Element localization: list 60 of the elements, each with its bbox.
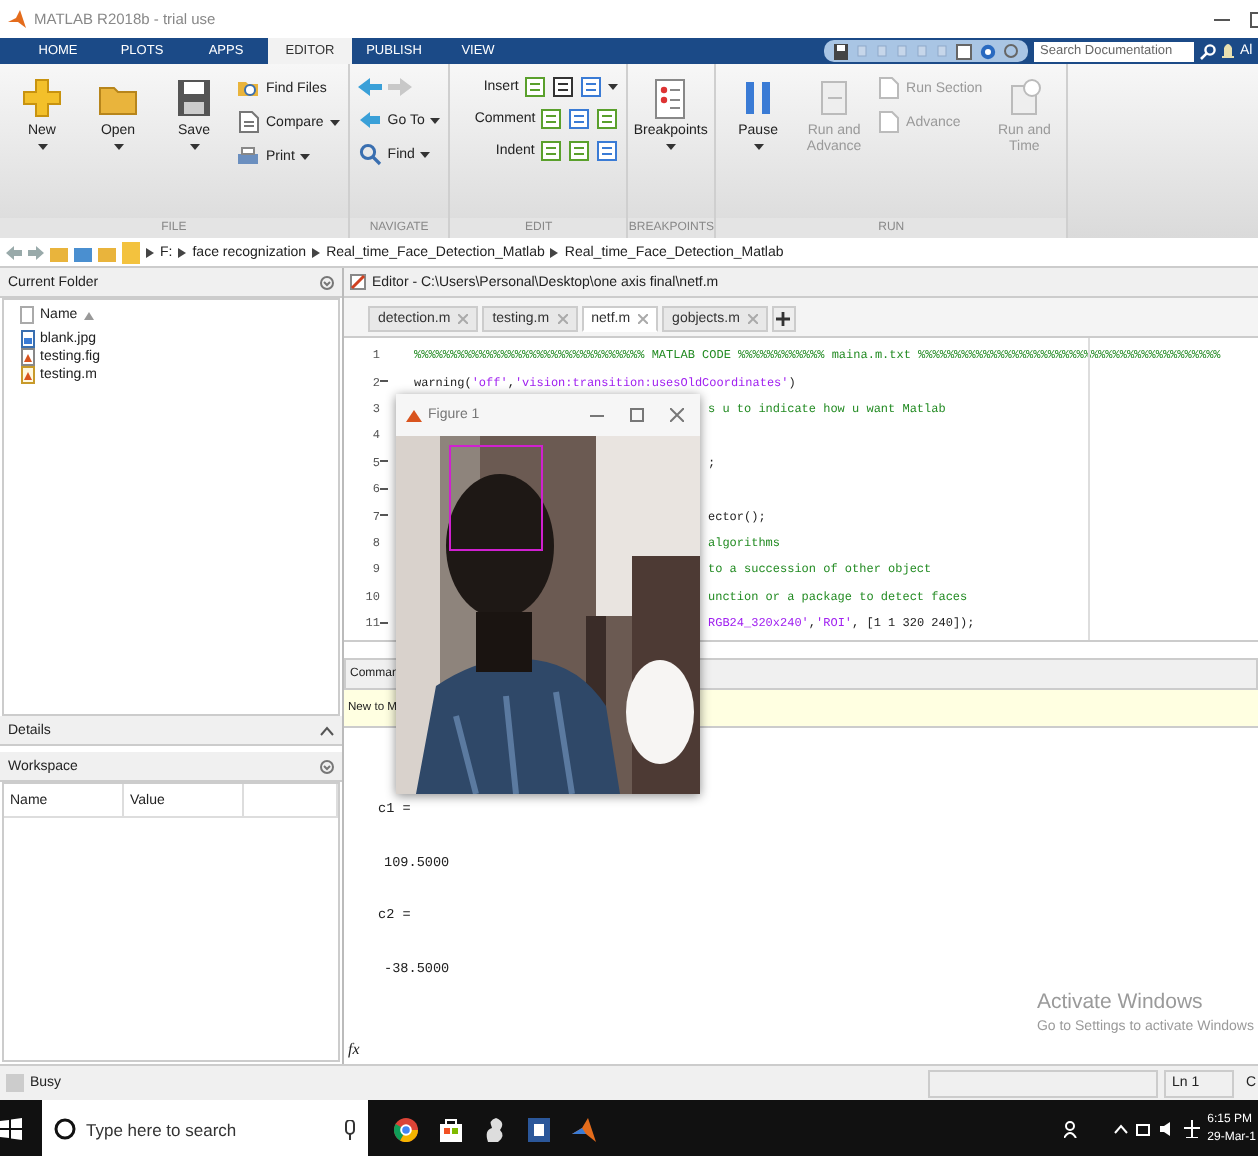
figure-file-icon xyxy=(20,348,36,366)
figure-icon xyxy=(406,407,422,423)
cortana-icon xyxy=(54,1118,76,1140)
advance-icon xyxy=(876,110,901,134)
grip-icon xyxy=(6,1074,24,1092)
taskbar-search-field[interactable]: Type here to search xyxy=(86,1119,334,1139)
run-section-icon xyxy=(876,76,901,100)
people-icon[interactable] xyxy=(1063,1120,1082,1138)
breakpoint-marker-icon[interactable] xyxy=(380,514,388,519)
chevron-icon xyxy=(312,247,321,257)
breakpoint-marker-icon[interactable] xyxy=(380,460,388,465)
chevron-up-icon[interactable] xyxy=(1113,1124,1128,1134)
script-file-icon xyxy=(20,366,36,384)
matlab-icon[interactable] xyxy=(572,1117,596,1141)
maximize-icon[interactable] xyxy=(630,408,644,422)
breakpoint-marker-icon[interactable] xyxy=(380,621,388,626)
save-icon[interactable] xyxy=(834,43,848,59)
windows-start-icon[interactable] xyxy=(0,1118,22,1140)
activation-title: Activate Windows xyxy=(1036,990,1205,1018)
comment-icon xyxy=(596,108,619,130)
new-tab-button[interactable] xyxy=(771,306,796,332)
editor-icon xyxy=(350,274,366,290)
command-prompt[interactable]: fx xyxy=(348,1040,360,1058)
comment-icon xyxy=(568,108,591,130)
volume-icon[interactable] xyxy=(1159,1122,1176,1136)
printer-icon xyxy=(236,144,260,168)
close-icon[interactable] xyxy=(670,408,684,422)
sort-arrow-icon xyxy=(83,311,94,319)
plus-icon xyxy=(776,312,791,326)
go-to-icon xyxy=(357,108,382,132)
store-icon[interactable] xyxy=(440,1117,462,1141)
panel-menu-icon[interactable] xyxy=(320,759,334,773)
microphone-icon[interactable] xyxy=(344,1119,356,1139)
save-icon xyxy=(172,76,216,120)
bell-icon[interactable] xyxy=(1222,42,1234,60)
find-files-icon xyxy=(236,76,260,100)
chevron-icon xyxy=(146,247,154,257)
image-file-icon xyxy=(20,330,36,348)
indent-icon xyxy=(540,140,563,162)
help-icon[interactable] xyxy=(980,43,996,59)
collapse-icon[interactable] xyxy=(320,725,334,735)
indent-icon xyxy=(568,140,591,162)
expand-icon[interactable] xyxy=(1004,44,1018,58)
plus-icon xyxy=(20,76,64,120)
matlab-logo-icon xyxy=(8,10,26,28)
breakpoint-marker-icon[interactable] xyxy=(380,380,388,385)
chevron-icon xyxy=(178,247,187,257)
compare-icon xyxy=(236,110,260,134)
browser-icon[interactable] xyxy=(394,1117,418,1141)
indent-icon xyxy=(596,140,619,162)
breakpoint-marker-icon[interactable] xyxy=(380,487,388,492)
chevron-icon xyxy=(550,247,559,257)
comment-icon xyxy=(540,108,563,130)
taskbar-search-box[interactable]: Type here to search xyxy=(42,1100,368,1156)
panel-menu-icon[interactable] xyxy=(320,275,334,289)
search-icon xyxy=(357,142,382,166)
folder-icon xyxy=(122,241,140,263)
search-icon[interactable] xyxy=(1200,43,1216,59)
file-icon xyxy=(20,306,34,324)
back-arrow-icon[interactable] xyxy=(357,76,382,98)
